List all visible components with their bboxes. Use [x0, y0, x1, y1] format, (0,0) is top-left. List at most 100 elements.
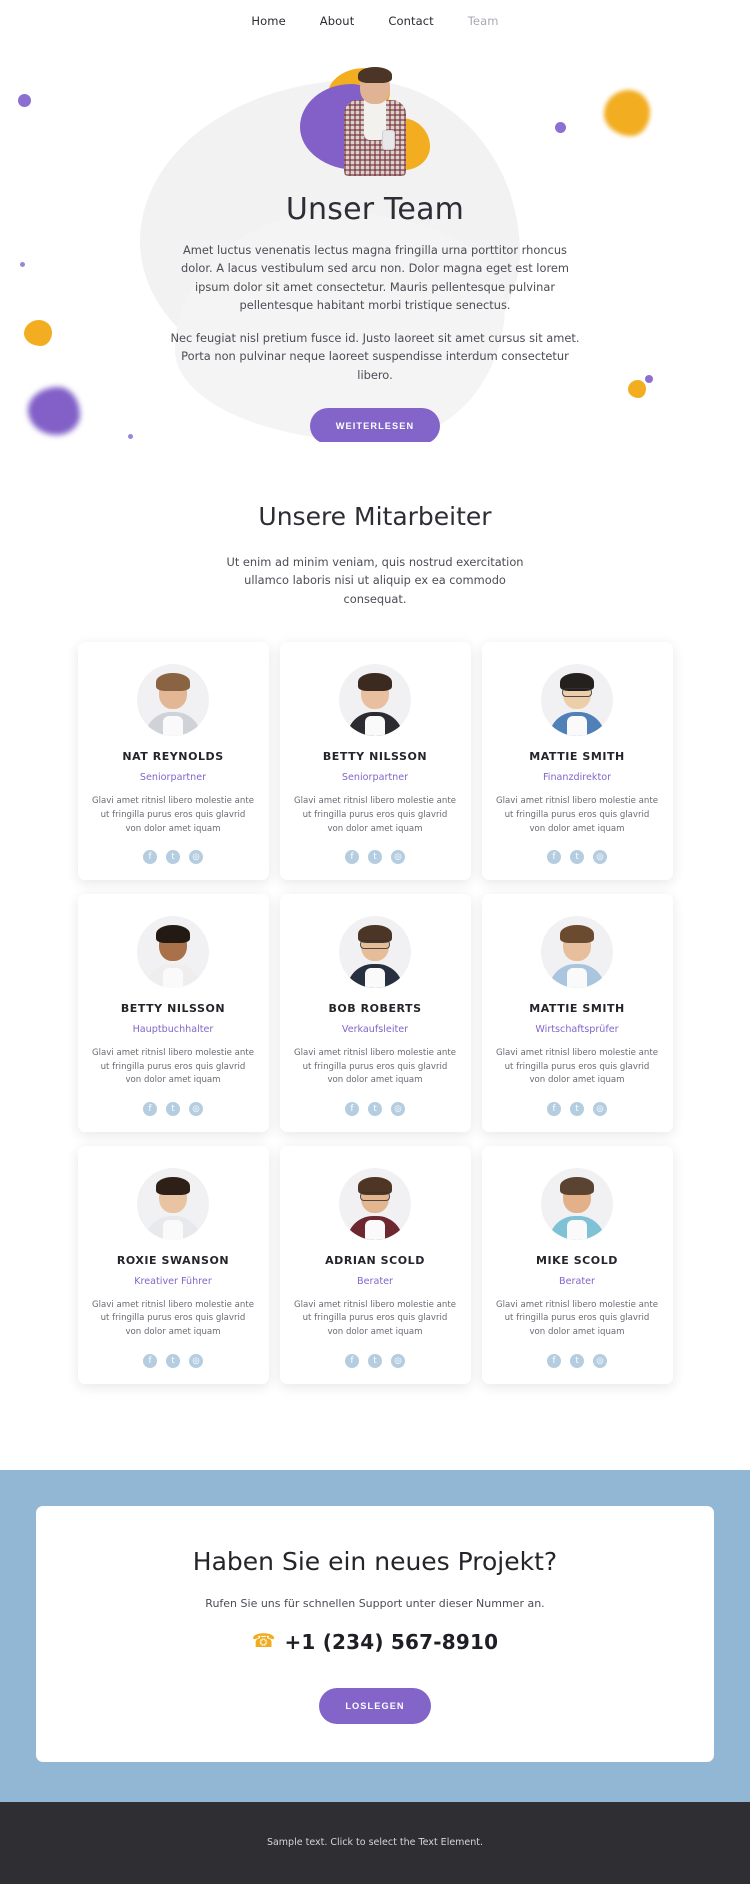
- avatar-collar: [365, 968, 385, 989]
- team-subheading: Ut enim ad minim veniam, quis nostrud ex…: [226, 555, 524, 606]
- nav-item-team[interactable]: Team: [468, 14, 499, 28]
- twitter-icon[interactable]: t: [368, 1353, 382, 1368]
- instagram-icon[interactable]: ◎: [593, 1101, 607, 1116]
- twitter-icon[interactable]: t: [166, 1101, 180, 1116]
- instagram-icon[interactable]: ◎: [593, 850, 607, 865]
- team-heading: Unsere Mitarbeiter: [258, 502, 492, 531]
- team-member-name: BOB ROBERTS: [328, 1002, 422, 1016]
- twitter-icon[interactable]: t: [166, 850, 180, 865]
- hero-portrait-illustration: [300, 66, 450, 184]
- instagram-icon[interactable]: ◎: [391, 850, 405, 865]
- avatar-collar: [163, 968, 183, 989]
- instagram-icon[interactable]: ◎: [391, 1101, 405, 1116]
- facebook-icon[interactable]: f: [345, 1101, 359, 1116]
- team-member-description: Glavi amet ritnisl libero molestie ante …: [91, 796, 255, 834]
- avatar-glasses: [360, 940, 390, 950]
- facebook-icon[interactable]: f: [143, 850, 157, 865]
- team-member-name: BETTY NILSSON: [322, 750, 428, 764]
- team-member-description: Glavi amet ritnisl libero molestie ante …: [91, 1299, 255, 1338]
- instagram-icon[interactable]: ◎: [189, 1353, 203, 1368]
- instagram-icon[interactable]: ◎: [391, 1353, 405, 1368]
- twitter-icon[interactable]: t: [570, 1101, 584, 1116]
- team-member-role: Wirtschaftsprüfer: [535, 1024, 619, 1036]
- team-member-name: MIKE SCOLD: [536, 1253, 618, 1267]
- team-member-card: MATTIE SMITH Finanzdirektor Glavi amet rit…: [481, 642, 673, 881]
- team-member-name: ROXIE SWANSON: [116, 1253, 230, 1267]
- team-member-role: Berater: [559, 1275, 595, 1287]
- team-member-description: Glavi amet ritnisl libero molestie ante …: [495, 1299, 659, 1338]
- read-more-button[interactable]: WEITERLESEN: [309, 408, 441, 442]
- avatar: [339, 1167, 411, 1240]
- social-links: f t ◎: [496, 850, 659, 865]
- team-member-description: Glavi amet ritnisl libero molestie ante …: [495, 796, 659, 834]
- team-member-card: ROXIE SWANSON Kreativer Führer Glavi amet …: [77, 1145, 269, 1384]
- portrait-person: [338, 66, 412, 176]
- team-member-card: BETTY NILSSON Hauptbuchhalter Glavi amet r…: [77, 894, 269, 1132]
- avatar: [339, 664, 411, 737]
- cta-heading: Haben Sie ein neues Projekt?: [192, 1546, 558, 1576]
- team-card-grid: NAT REYNOLDS Seniorpartner Glavi amet ritn…: [0, 642, 750, 1384]
- hero-paragraph-2: Nec feugiat nisl pretium fusce id. Justo…: [170, 330, 580, 382]
- avatar-hair: [560, 1176, 594, 1195]
- twitter-icon[interactable]: t: [368, 1101, 382, 1116]
- facebook-icon[interactable]: f: [547, 1101, 561, 1116]
- nav-item-home[interactable]: Home: [251, 14, 285, 28]
- avatar-collar: [567, 716, 587, 737]
- portrait-person-hair: [358, 67, 392, 83]
- social-links: f t ◎: [496, 1353, 659, 1368]
- team-member-card: ADRIAN SCOLD Berater Glavi amet ritnisl li…: [279, 1145, 471, 1384]
- facebook-icon[interactable]: f: [143, 1101, 157, 1116]
- avatar-hair: [560, 925, 594, 944]
- team-member-role: Seniorpartner: [139, 772, 207, 784]
- avatar: [137, 916, 209, 989]
- avatar: [541, 916, 613, 989]
- team-member-role: Verkaufsleiter: [341, 1024, 409, 1036]
- avatar-collar: [567, 968, 587, 989]
- twitter-icon[interactable]: t: [570, 1353, 584, 1368]
- avatar: [541, 1167, 613, 1240]
- avatar-collar: [365, 716, 385, 737]
- avatar-hair: [156, 1176, 190, 1195]
- twitter-icon[interactable]: t: [368, 850, 382, 865]
- team-member-role: Hauptbuchhalter: [132, 1024, 214, 1036]
- team-member-name: NAT REYNOLDS: [122, 750, 224, 764]
- phone-icon: ☎: [251, 1630, 276, 1653]
- instagram-icon[interactable]: ◎: [189, 850, 203, 865]
- nav-item-contact[interactable]: Contact: [388, 14, 433, 28]
- team-member-card: MATTIE SMITH Wirtschaftsprüfer Glavi amet …: [481, 894, 673, 1132]
- avatar-collar: [163, 1219, 183, 1240]
- team-member-card: BETTY NILSSON Seniorpartner Glavi amet rit…: [279, 642, 471, 881]
- hero-paragraph-1: Amet luctus venenatis lectus magna fring…: [181, 243, 569, 313]
- main-navigation: Home About Contact Team: [0, 0, 750, 42]
- team-member-name: ADRIAN SCOLD: [325, 1253, 425, 1267]
- avatar: [541, 664, 613, 737]
- social-links: f t ◎: [294, 850, 457, 865]
- social-links: f t ◎: [92, 850, 255, 865]
- twitter-icon[interactable]: t: [166, 1353, 180, 1368]
- cta-phone-row: ☎ +1 (234) 567-8910: [66, 1630, 684, 1654]
- nav-item-about[interactable]: About: [320, 14, 355, 28]
- instagram-icon[interactable]: ◎: [189, 1101, 203, 1116]
- instagram-icon[interactable]: ◎: [593, 1353, 607, 1368]
- avatar-collar: [163, 716, 183, 737]
- team-member-role: Finanzdirektor: [542, 772, 612, 784]
- facebook-icon[interactable]: f: [547, 850, 561, 865]
- team-member-role: Seniorpartner: [341, 772, 409, 784]
- team-member-card: BOB ROBERTS Verkaufsleiter Glavi amet ritn…: [279, 894, 471, 1132]
- social-links: f t ◎: [92, 1353, 255, 1368]
- portrait-person-phone: [382, 130, 395, 150]
- facebook-icon[interactable]: f: [547, 1353, 561, 1368]
- cta-section: Haben Sie ein neues Projekt? Rufen Sie u…: [0, 1469, 750, 1802]
- facebook-icon[interactable]: f: [345, 850, 359, 865]
- facebook-icon[interactable]: f: [143, 1353, 157, 1368]
- avatar-collar: [567, 1219, 587, 1240]
- team-member-name: MATTIE SMITH: [529, 750, 625, 764]
- get-started-button[interactable]: LOSLEGEN: [319, 1687, 431, 1724]
- social-links: f t ◎: [92, 1101, 255, 1116]
- team-member-card: NAT REYNOLDS Seniorpartner Glavi amet ritn…: [77, 642, 269, 881]
- social-links: f t ◎: [294, 1353, 457, 1368]
- hero-section: Unser Team Amet luctus venenatis lectus …: [0, 42, 750, 442]
- facebook-icon[interactable]: f: [345, 1353, 359, 1368]
- cta-phone-number[interactable]: +1 (234) 567-8910: [284, 1630, 498, 1654]
- twitter-icon[interactable]: t: [570, 850, 584, 865]
